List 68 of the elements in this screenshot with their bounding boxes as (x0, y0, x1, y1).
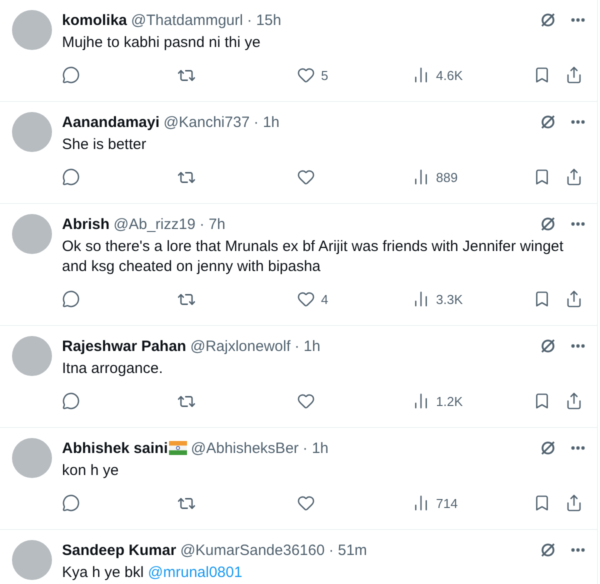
share-icon (565, 168, 583, 186)
bar-chart-icon (412, 168, 430, 186)
share-icon (565, 290, 583, 308)
more-icon (571, 222, 585, 226)
heart-icon (297, 66, 315, 84)
speech-bubble-icon (62, 290, 80, 308)
reply-text: Itna arrogance. (62, 359, 164, 379)
reply-text: She is better (62, 135, 148, 155)
heart-icon (297, 392, 315, 410)
more-button[interactable] (571, 222, 585, 226)
more-button[interactable] (571, 344, 585, 348)
user-name[interactable]: Abrish (62, 216, 110, 232)
more-button[interactable] (571, 446, 585, 450)
reply-text: Ok so there's a lore that Mrunals ex bf Arijit was friends with Jennifer winget and ksg cheated on jenny with bipasha (62, 237, 564, 277)
heart-icon (297, 168, 315, 186)
user-handle[interactable]: @Rajxlonewolf (190, 338, 290, 354)
views-button[interactable]: 1.2K (412, 392, 533, 410)
user-name[interactable]: Rajeshwar Pahan (62, 338, 186, 354)
bar-chart-icon (412, 290, 430, 308)
user-handle[interactable]: @AbhisheksBer (190, 440, 299, 456)
like-button[interactable]: 5 (297, 66, 412, 84)
more-icon (571, 446, 585, 450)
bookmark-icon (533, 392, 551, 410)
reply-text: Kya h ye bkl @mrunal0801 (62, 563, 244, 583)
bar-chart-icon (412, 66, 430, 84)
views-button[interactable]: 714 (412, 494, 533, 512)
bookmark-icon (533, 290, 551, 308)
more-icon (571, 344, 585, 348)
reply-text: Mujhe to kabhi pasnd ni thi ye (62, 33, 262, 53)
more-button[interactable] (571, 548, 585, 552)
post-time[interactable]: · 7h (199, 216, 226, 232)
bar-chart-icon (412, 494, 430, 512)
heart-icon (297, 290, 315, 308)
more-button[interactable] (571, 120, 585, 124)
speech-bubble-icon (62, 392, 80, 410)
post-time[interactable]: · 1h (294, 338, 320, 354)
heart-icon (297, 494, 315, 512)
user-name[interactable]: Abhishek saini (62, 440, 168, 456)
views-button[interactable]: 889 (412, 168, 533, 186)
share-icon (565, 494, 583, 512)
user-handle[interactable]: @KumarSande36160 (180, 542, 325, 558)
bookmark-icon (533, 494, 551, 512)
share-icon (565, 66, 583, 84)
more-icon (571, 120, 585, 124)
bar-chart-icon (412, 392, 430, 410)
bookmark-icon (533, 168, 551, 186)
post-time[interactable]: · 1h (254, 114, 280, 130)
views-button[interactable]: 3.3K (412, 290, 533, 308)
bookmark-icon (533, 66, 551, 84)
user-handle[interactable]: @Ab_rizz19 (114, 216, 196, 232)
post-time[interactable]: · 1h (302, 440, 329, 456)
post-time[interactable]: · 15h (246, 12, 282, 28)
speech-bubble-icon (62, 168, 80, 186)
user-handle[interactable]: @Thatdammgurl (131, 12, 243, 28)
share-icon (565, 392, 583, 410)
speech-bubble-icon (62, 66, 80, 84)
reply-text: kon h ye (62, 461, 120, 481)
views-button[interactable]: 4.6K (412, 66, 533, 84)
user-name[interactable]: Sandeep Kumar (62, 542, 176, 558)
user-handle[interactable]: @Kanchi737 (164, 114, 250, 130)
more-button[interactable] (571, 18, 585, 22)
speech-bubble-icon (62, 494, 80, 512)
post-time[interactable]: · 51m (328, 542, 368, 558)
user-name[interactable]: Aanandamayi (62, 114, 160, 130)
more-icon (571, 548, 585, 552)
user-name[interactable]: komolika (62, 12, 128, 28)
more-icon (571, 18, 585, 22)
like-button[interactable]: 4 (297, 290, 412, 308)
